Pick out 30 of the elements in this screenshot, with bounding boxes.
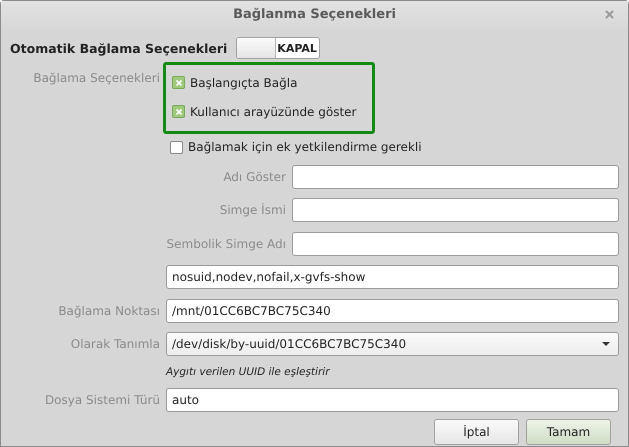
section-label: Otomatik Bağlama Seçenekleri (10, 40, 228, 56)
checkbox-label: Kullanıcı arayüzünde göster (190, 104, 356, 118)
field-label: Adı Göster (222, 170, 287, 184)
field-label: Dosya Sistemi Türü (44, 392, 161, 407)
window-title: Bağlanma Seçenekleri (233, 7, 396, 22)
dropdown[interactable]: /dev/disk/by-uuid/01CC6BC7BC75C340 (166, 332, 619, 356)
text-field[interactable]: nosuid,nodev,nofail,x-gvfs-show (166, 265, 619, 290)
field-label: Simge İsmi (218, 203, 287, 218)
field-label: Olarak Tanımla (70, 337, 161, 352)
checkbox[interactable] (170, 140, 183, 154)
text-field[interactable]: /mnt/01CC6BC7BC75C340 (166, 298, 619, 323)
caret-icon (602, 342, 610, 347)
checkbox-label: Bağlamak için ek yetkilendirme gerekli (188, 140, 422, 154)
checkbox-label: Başlangıçta Bağla (190, 76, 298, 90)
text-field[interactable] (292, 198, 619, 222)
checkbox[interactable] (172, 105, 185, 118)
hint-text: Aygıtı verilen UUID ile eşleştirir (166, 366, 330, 378)
text-field[interactable] (292, 164, 619, 189)
checkbox[interactable] (172, 76, 185, 89)
field-label: Sembolik Simge Adı (166, 236, 287, 251)
x-mark-icon (174, 78, 182, 86)
x-mark-icon (174, 108, 182, 116)
field-label: Bağlama Noktası (57, 304, 161, 318)
field-label: Bağlama Seçenekleri (32, 70, 161, 85)
text-field[interactable] (292, 232, 619, 256)
toggle-switch[interactable]: KAPAL (236, 37, 320, 59)
text-field[interactable]: auto (166, 388, 619, 412)
dialog-button[interactable]: Tamam (526, 418, 611, 444)
close-icon[interactable] (605, 10, 614, 19)
dialog-button[interactable]: İptal (434, 418, 519, 444)
